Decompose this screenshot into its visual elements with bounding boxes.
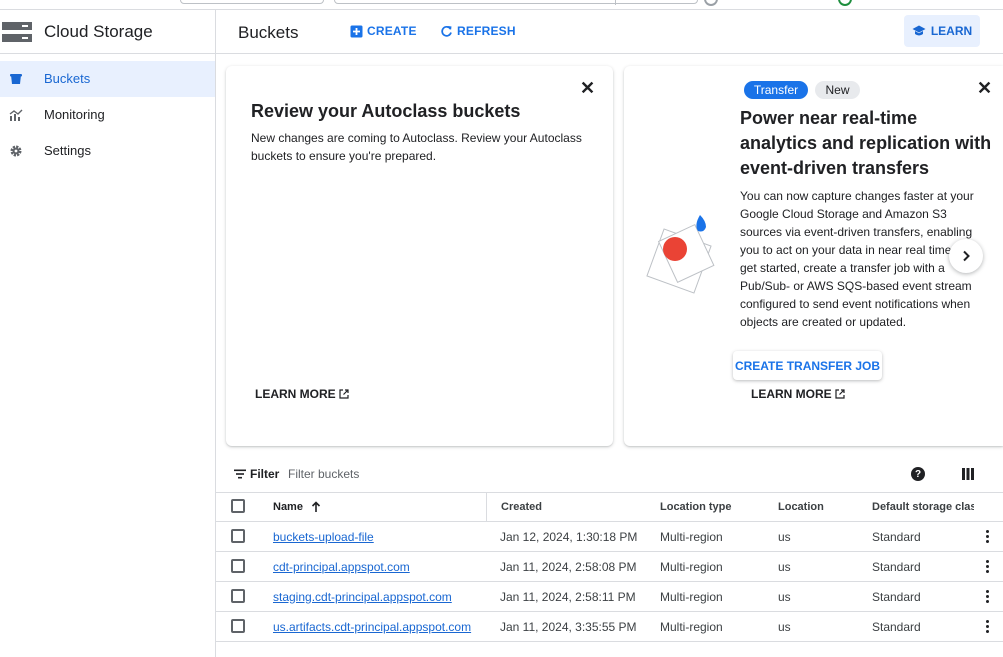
row-checkbox[interactable] xyxy=(231,589,245,603)
more-vert-icon[interactable] xyxy=(976,552,998,581)
chevron-right-icon xyxy=(963,250,970,262)
new-chip: New xyxy=(815,81,860,99)
sidebar-item-settings[interactable]: Settings xyxy=(0,133,215,169)
created-cell: Jan 11, 2024, 3:35:55 PM xyxy=(500,619,637,634)
location-cell: us xyxy=(778,589,791,604)
sidebar-item-label: Buckets xyxy=(44,71,91,86)
arrow-up-icon xyxy=(311,501,321,512)
created-cell: Jan 11, 2024, 2:58:08 PM xyxy=(500,559,637,574)
column-display-icon[interactable] xyxy=(962,468,974,480)
table-header-row: Name Created Location type Location Defa… xyxy=(216,492,1003,522)
created-cell: Jan 11, 2024, 2:58:11 PM xyxy=(500,589,636,604)
transfer-promo-card: Transfer New ✕ Power near real-time anal… xyxy=(624,66,1003,446)
row-checkbox[interactable] xyxy=(231,619,245,633)
school-icon xyxy=(912,25,926,36)
filter-bar: Filter ? xyxy=(216,458,1003,492)
storage-class-cell: Standard xyxy=(872,529,921,544)
global-search-box[interactable] xyxy=(334,0,698,5)
storage-class-cell: Standard xyxy=(872,589,921,604)
column-header-label: Name xyxy=(273,501,303,513)
transfer-chip: Transfer xyxy=(744,81,808,99)
product-header: Cloud Storage xyxy=(0,10,216,54)
project-selector[interactable] xyxy=(180,0,324,4)
product-title: Cloud Storage xyxy=(44,22,153,41)
select-all-checkbox[interactable] xyxy=(231,499,245,513)
created-cell: Jan 12, 2024, 1:30:18 PM xyxy=(500,529,638,544)
buckets-table: Name Created Location type Location Defa… xyxy=(216,492,1003,642)
more-vert-icon[interactable] xyxy=(976,612,998,641)
column-header-name[interactable]: Name xyxy=(273,493,483,521)
location-type-cell: Multi-region xyxy=(660,529,723,544)
learn-button[interactable]: LEARN xyxy=(904,15,980,47)
add-box-icon xyxy=(350,25,363,37)
table-row: staging.cdt-principal.appspot.com Jan 11… xyxy=(216,582,1003,612)
storage-class-cell: Standard xyxy=(872,559,921,574)
refresh-button[interactable]: REFRESH xyxy=(440,24,516,38)
location-type-cell: Multi-region xyxy=(660,559,723,574)
card-title: Review your Autoclass buckets xyxy=(251,101,521,121)
help-icon[interactable] xyxy=(704,0,718,6)
sidebar-item-buckets[interactable]: Buckets xyxy=(0,61,215,97)
location-cell: us xyxy=(778,529,791,544)
column-header-location-type[interactable]: Location type xyxy=(660,493,770,521)
column-header-storage-class[interactable]: Default storage class xyxy=(872,493,974,521)
column-header-location[interactable]: Location xyxy=(778,493,868,521)
learn-button-label: LEARN xyxy=(930,24,973,38)
top-toolbar-strip xyxy=(0,0,1003,10)
open-in-new-icon xyxy=(835,389,845,399)
filter-input[interactable] xyxy=(288,467,588,481)
sidebar: Cloud Storage Buckets Monitoring Setting… xyxy=(0,10,216,657)
close-icon[interactable]: ✕ xyxy=(580,78,595,99)
card-text: New changes are coming to Autoclass. Rev… xyxy=(251,131,582,163)
table-row: buckets-upload-file Jan 12, 2024, 1:30:1… xyxy=(216,522,1003,552)
account-avatar[interactable] xyxy=(838,0,852,6)
autoclass-card: ✕ Review your Autoclass buckets New chan… xyxy=(226,66,613,446)
open-in-new-icon xyxy=(339,389,349,399)
page-title: Buckets xyxy=(238,23,299,42)
create-transfer-job-button[interactable]: CREATE TRANSFER JOB xyxy=(733,351,882,380)
bucket-name-link[interactable]: cdt-principal.appspot.com xyxy=(273,560,410,574)
cloud-storage-icon xyxy=(2,22,32,42)
storage-class-cell: Standard xyxy=(872,619,921,634)
learn-more-label: LEARN MORE xyxy=(255,387,336,401)
sidebar-item-label: Settings xyxy=(44,143,91,158)
location-type-cell: Multi-region xyxy=(660,619,723,634)
column-header-created[interactable]: Created xyxy=(486,493,646,521)
learn-more-link[interactable]: LEARN MORE xyxy=(255,387,349,401)
refresh-icon xyxy=(441,25,452,37)
refresh-button-label: REFRESH xyxy=(457,24,516,38)
next-card-button[interactable] xyxy=(949,239,983,273)
row-checkbox[interactable] xyxy=(231,559,245,573)
filter-list-icon xyxy=(234,469,246,479)
learn-more-link[interactable]: LEARN MORE xyxy=(751,387,845,401)
table-row: us.artifacts.cdt-principal.appspot.com J… xyxy=(216,612,1003,642)
bucket-name-link[interactable]: buckets-upload-file xyxy=(273,530,374,544)
monitoring-icon xyxy=(9,109,23,121)
table-row: cdt-principal.appspot.com Jan 11, 2024, … xyxy=(216,552,1003,582)
card-title: Power near real-time analytics and repli… xyxy=(740,108,992,178)
filter-label: Filter xyxy=(250,467,280,481)
more-vert-icon[interactable] xyxy=(976,522,998,551)
gear-icon xyxy=(10,145,22,157)
bucket-name-link[interactable]: us.artifacts.cdt-principal.appspot.com xyxy=(273,620,471,634)
page-header: Buckets CREATE REFRESH LEARN xyxy=(216,10,1003,54)
location-cell: us xyxy=(778,619,791,634)
bucket-name-link[interactable]: staging.cdt-principal.appspot.com xyxy=(273,590,452,604)
create-button-label: CREATE xyxy=(367,24,417,38)
row-checkbox[interactable] xyxy=(231,529,245,543)
sidebar-item-label: Monitoring xyxy=(44,107,105,122)
more-vert-icon[interactable] xyxy=(976,582,998,611)
bucket-icon xyxy=(10,74,22,84)
location-type-cell: Multi-region xyxy=(660,589,723,604)
help-icon[interactable]: ? xyxy=(911,467,925,481)
close-icon[interactable]: ✕ xyxy=(977,78,992,99)
create-button[interactable]: CREATE xyxy=(350,24,417,38)
location-cell: us xyxy=(778,559,791,574)
transfer-illustration xyxy=(646,215,715,294)
learn-more-label: LEARN MORE xyxy=(751,387,832,401)
sidebar-item-monitoring[interactable]: Monitoring xyxy=(0,97,215,133)
filter-button[interactable]: Filter xyxy=(234,467,279,481)
